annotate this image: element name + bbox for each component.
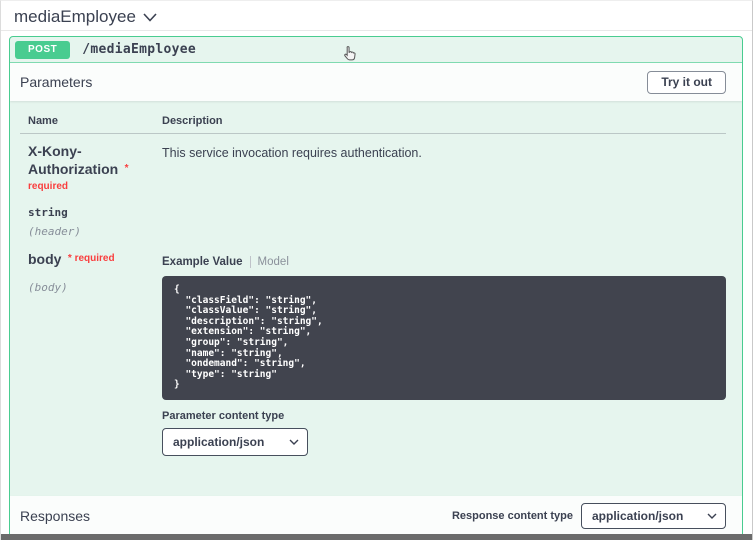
tag-title: mediaEmployee — [14, 6, 136, 26]
parameters-table-header: Name Description — [20, 109, 726, 134]
column-header-description: Description — [162, 115, 223, 127]
parameters-title: Parameters — [20, 74, 93, 90]
parameters-section-header: Parameters Try it out — [10, 63, 742, 101]
window-bottom-bar — [1, 534, 752, 540]
try-it-out-button[interactable]: Try it out — [647, 70, 726, 94]
column-header-name: Name — [28, 115, 58, 127]
param-location: (body) — [28, 281, 68, 294]
param-row-x-kony-authorization: X-Kony-Authorization * required string (… — [20, 134, 726, 238]
param-name-cell: body * required (body) — [28, 251, 162, 496]
opblock-summary[interactable]: POST /mediaEmployee — [10, 37, 742, 63]
responses-title: Responses — [20, 507, 91, 524]
param-name-cell: X-Kony-Authorization * required string (… — [28, 143, 162, 238]
tab-separator — [249, 256, 251, 268]
parameter-content-type-wrap: application/json — [162, 427, 308, 456]
required-badge: * required — [67, 253, 115, 264]
tag-header-mediaemployee[interactable]: mediaEmployee — [1, 1, 752, 31]
parameters-body: Name Description X-Kony-Authorization * … — [10, 101, 742, 496]
param-description: This service invocation requires authent… — [162, 146, 422, 160]
response-content-type-select[interactable]: application/json — [581, 502, 726, 529]
chevron-down-icon — [143, 9, 157, 27]
response-content-type-label: Response content type — [451, 509, 573, 522]
tab-model[interactable]: Model — [258, 256, 289, 268]
method-badge-post: POST — [15, 40, 71, 59]
param-name: X-Kony-Authorization — [28, 143, 119, 177]
response-content-type-wrap: application/json — [581, 502, 726, 529]
param-name: body — [28, 251, 62, 267]
tab-example-value[interactable]: Example Value — [162, 256, 243, 268]
response-content-type-group: Response content type application/json — [451, 502, 726, 529]
param-location: (header) — [28, 225, 81, 238]
model-example-tabs: Example Value Model — [162, 256, 726, 268]
responses-section-header: Responses Response content type applicat… — [10, 495, 742, 536]
opblock-post-mediaemployee: POST /mediaEmployee Parameters Try it ou… — [9, 36, 743, 540]
param-type: string — [28, 206, 68, 219]
body-example-json: { "classField": "string", "classValue": … — [162, 276, 726, 400]
parameter-content-type-label: Parameter content type — [162, 409, 285, 422]
parameter-content-type-select[interactable]: application/json — [162, 427, 308, 456]
operation-path: /mediaEmployee — [82, 42, 197, 57]
param-description-cell: This service invocation requires authent… — [162, 143, 726, 238]
swagger-ui-screen: mediaEmployee POST /mediaEmployee Parame… — [0, 0, 753, 540]
param-row-body: body * required (body) Example Value Mod… — [20, 242, 726, 496]
param-description-cell: Example Value Model { "classField": "str… — [162, 251, 726, 496]
